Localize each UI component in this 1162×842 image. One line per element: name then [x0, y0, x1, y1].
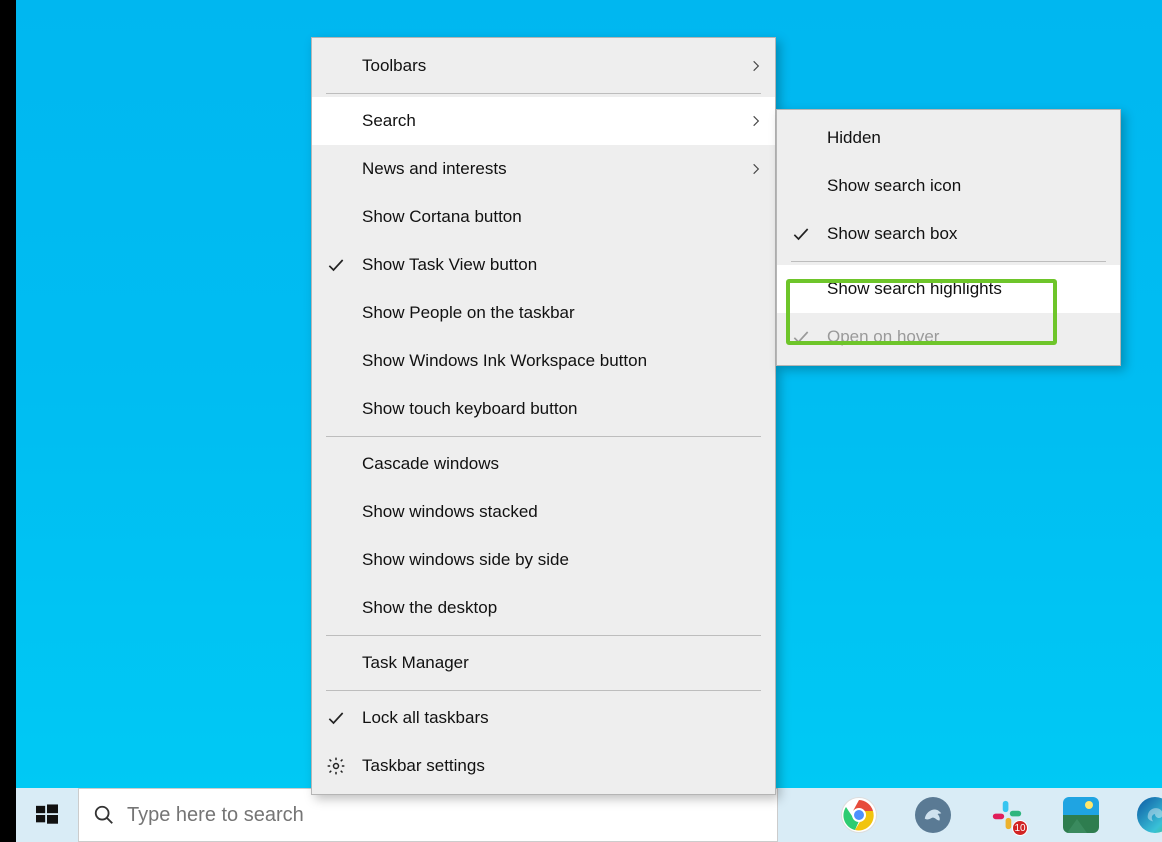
menu-item-label: Show People on the taskbar [362, 303, 759, 323]
menu-item-label: Open on hover [827, 327, 1104, 347]
chevron-right-icon [749, 59, 763, 73]
menu-item-label: Show Cortana button [362, 207, 759, 227]
taskbar-context-menu: Toolbars Search News and interests Show … [311, 37, 776, 795]
menu-item-showdesktop[interactable]: Show the desktop [312, 584, 775, 632]
menu-item-cortana[interactable]: Show Cortana button [312, 193, 775, 241]
menu-item-label: Search [362, 111, 759, 131]
check-icon [791, 327, 811, 347]
menu-item-label: Show the desktop [362, 598, 759, 618]
submenu-item-open-on-hover: Open on hover [777, 313, 1120, 361]
check-icon [791, 224, 811, 244]
start-button[interactable] [16, 788, 78, 842]
menu-item-label: Show search box [827, 224, 1104, 244]
menu-item-search[interactable]: Search [312, 97, 775, 145]
menu-item-taskmgr[interactable]: Task Manager [312, 639, 775, 687]
menu-item-settings[interactable]: Taskbar settings [312, 742, 775, 790]
menu-item-label: Show Task View button [362, 255, 759, 275]
menu-item-label: Show windows stacked [362, 502, 759, 522]
menu-item-label: Show search icon [827, 176, 1104, 196]
menu-item-label: Show search highlights [827, 279, 1104, 299]
taskbar-app-chrome[interactable] [840, 796, 878, 834]
menu-item-label: Show touch keyboard button [362, 399, 759, 419]
search-icon [93, 804, 115, 826]
menu-item-lock[interactable]: Lock all taskbars [312, 694, 775, 742]
menu-item-taskview[interactable]: Show Task View button [312, 241, 775, 289]
taskbar: 10 [16, 788, 1162, 842]
menu-item-cascade[interactable]: Cascade windows [312, 440, 775, 488]
chevron-right-icon [749, 114, 763, 128]
menu-item-label: Show windows side by side [362, 550, 759, 570]
windows-logo-icon [36, 804, 58, 826]
dolphin-icon [922, 804, 944, 826]
taskbar-app-edge[interactable] [1136, 796, 1162, 834]
check-icon [326, 255, 346, 275]
menu-separator [326, 436, 761, 437]
menu-item-label: News and interests [362, 159, 759, 179]
submenu-item-hidden[interactable]: Hidden [777, 114, 1120, 162]
taskbar-app-photos[interactable] [1062, 796, 1100, 834]
menu-separator [326, 635, 761, 636]
menu-item-ink[interactable]: Show Windows Ink Workspace button [312, 337, 775, 385]
chevron-right-icon [749, 162, 763, 176]
menu-item-news[interactable]: News and interests [312, 145, 775, 193]
check-icon [326, 708, 346, 728]
menu-item-label: Task Manager [362, 653, 759, 673]
taskbar-tray: 10 [778, 788, 1162, 842]
submenu-item-highlights[interactable]: Show search highlights [777, 265, 1120, 313]
search-submenu: Hidden Show search icon Show search box … [776, 109, 1121, 366]
search-input[interactable] [127, 804, 763, 827]
menu-item-people[interactable]: Show People on the taskbar [312, 289, 775, 337]
menu-item-toolbars[interactable]: Toolbars [312, 42, 775, 90]
menu-item-label: Lock all taskbars [362, 708, 759, 728]
slack-badge: 10 [1012, 820, 1028, 836]
edge-icon [1144, 804, 1162, 826]
menu-item-touchkb[interactable]: Show touch keyboard button [312, 385, 775, 433]
taskbar-app-mysql[interactable] [914, 796, 952, 834]
submenu-item-show-box[interactable]: Show search box [777, 210, 1120, 258]
menu-item-sidebyside[interactable]: Show windows side by side [312, 536, 775, 584]
photos-icon [1063, 797, 1099, 833]
menu-item-label: Toolbars [362, 56, 759, 76]
menu-item-label: Show Windows Ink Workspace button [362, 351, 759, 371]
menu-item-stacked[interactable]: Show windows stacked [312, 488, 775, 536]
menu-separator [326, 93, 761, 94]
menu-item-label: Hidden [827, 128, 1104, 148]
taskbar-search-box[interactable] [78, 788, 778, 842]
submenu-item-show-icon[interactable]: Show search icon [777, 162, 1120, 210]
chrome-icon [843, 799, 875, 831]
menu-separator [326, 690, 761, 691]
gear-icon [326, 756, 346, 776]
menu-item-label: Taskbar settings [362, 756, 759, 776]
taskbar-app-slack[interactable]: 10 [988, 796, 1026, 834]
menu-item-label: Cascade windows [362, 454, 759, 474]
menu-separator [791, 261, 1106, 262]
